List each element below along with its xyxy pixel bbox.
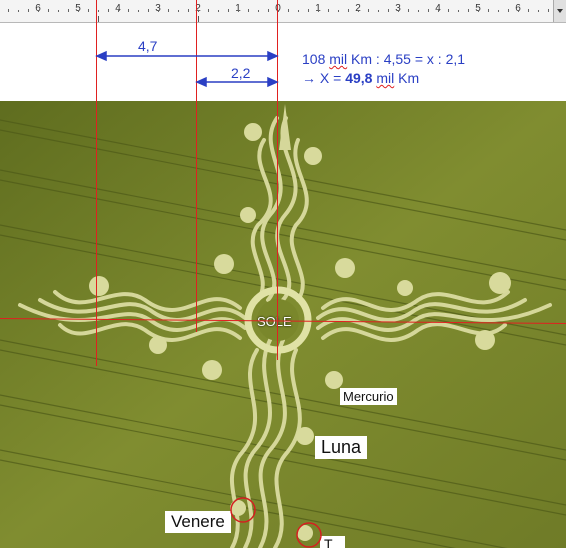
formula-line-2: → X = 49,8 mil Km	[302, 69, 465, 88]
ruler-tick	[548, 9, 549, 12]
ruler-tick	[28, 9, 29, 12]
ruler-tick	[148, 9, 149, 12]
ruler-tick	[328, 9, 329, 12]
ruler-tick	[468, 9, 469, 12]
formula-prefix: 108	[302, 51, 330, 67]
ruler-tick	[248, 9, 249, 12]
ruler-tick	[508, 9, 509, 12]
ruler-number: 4	[115, 3, 121, 14]
formula-line-1: 108 mil Km : 4,55 = x : 2,1	[302, 50, 465, 69]
formula-mil-word-2: mil	[376, 70, 395, 86]
formula-mil-word: mil	[329, 51, 348, 67]
ruler-tick	[368, 9, 369, 12]
ruler-tick	[58, 10, 59, 12]
ruler-tick	[358, 10, 359, 12]
label-sole: SOLE	[257, 314, 292, 329]
ruler-number: 3	[395, 3, 401, 14]
ruler-tick	[478, 10, 479, 12]
label-luna: Luna	[315, 436, 368, 459]
horizontal-ruler[interactable]: 6 5 4 3 2 1 0 1 2 3 4 5 6	[0, 0, 566, 23]
ruler-tick	[178, 10, 179, 12]
document-area	[0, 23, 566, 101]
formula-arrow: → X =	[302, 70, 346, 86]
ruler-number: 3	[155, 3, 161, 14]
ruler-tick	[408, 9, 409, 12]
ruler-tick	[428, 9, 429, 12]
ruler-tick	[278, 10, 279, 12]
ruler-tick	[18, 10, 19, 12]
ruler-tick	[288, 9, 289, 12]
ruler-number: 2	[355, 3, 361, 14]
ruler-tick	[8, 9, 9, 12]
ruler-tick	[88, 9, 89, 12]
ruler-tick	[498, 10, 499, 12]
ruler-tick	[38, 10, 39, 12]
ruler-tick	[68, 9, 69, 12]
formula-unit: Km	[394, 70, 420, 86]
calculation-text: 108 mil Km : 4,55 = x : 2,1 → X = 49,8 m…	[302, 50, 465, 88]
ruler-tick	[208, 9, 209, 12]
label-bottom-partial: T	[320, 536, 345, 548]
ruler-number: 5	[475, 3, 481, 14]
ruler-number: 6	[35, 3, 41, 14]
ruler-tick	[188, 9, 189, 12]
ruler-marker[interactable]	[98, 16, 99, 22]
label-venere: Venere	[165, 511, 231, 533]
formula-proportion: Km : 4,55 = x : 2,1	[347, 51, 466, 67]
ruler-tick	[138, 10, 139, 12]
ruler-tick	[378, 10, 379, 12]
label-mercurio: Mercurio	[340, 388, 397, 405]
ruler-tick	[48, 9, 49, 12]
ruler-number: 0	[275, 3, 281, 14]
dimension-b-label: 2,2	[231, 65, 251, 81]
ruler-tick	[198, 10, 199, 12]
ruler-tick	[528, 9, 529, 12]
ruler-number: 4	[435, 3, 441, 14]
ruler-tick	[78, 10, 79, 12]
ruler-tick	[338, 10, 339, 12]
ruler-tick	[228, 9, 229, 12]
ruler-tick	[258, 10, 259, 12]
ruler-tick	[168, 9, 169, 12]
ruler-tick	[398, 10, 399, 12]
ruler-number: 5	[75, 3, 81, 14]
ruler-scroll-arrow-icon[interactable]	[553, 0, 566, 22]
ruler-tick	[488, 9, 489, 12]
ruler-tick	[318, 10, 319, 12]
ruler-tick	[108, 9, 109, 12]
ruler-tick	[118, 10, 119, 12]
ruler-number: 2	[195, 3, 201, 14]
dimension-a-label: 4,7	[138, 38, 158, 54]
ruler-tick	[438, 10, 439, 12]
ruler-tick	[458, 10, 459, 12]
formula-result: 49,8	[345, 70, 373, 86]
ruler-tick	[308, 9, 309, 12]
ruler-marker[interactable]	[198, 16, 199, 22]
ruler-tick	[518, 10, 519, 12]
ruler-number: 6	[515, 3, 521, 14]
ruler-tick	[348, 9, 349, 12]
ruler-number: 1	[315, 3, 321, 14]
ruler-tick	[388, 9, 389, 12]
ruler-number: 1	[235, 3, 241, 14]
ruler-tick	[448, 9, 449, 12]
ruler-tick	[128, 9, 129, 12]
ruler-tick	[238, 10, 239, 12]
ruler-tick	[268, 9, 269, 12]
ruler-tick	[218, 10, 219, 12]
ruler-tick	[98, 10, 99, 12]
ruler-tick	[538, 10, 539, 12]
ruler-tick	[298, 10, 299, 12]
ruler-tick	[418, 10, 419, 12]
ruler-tick	[158, 10, 159, 12]
